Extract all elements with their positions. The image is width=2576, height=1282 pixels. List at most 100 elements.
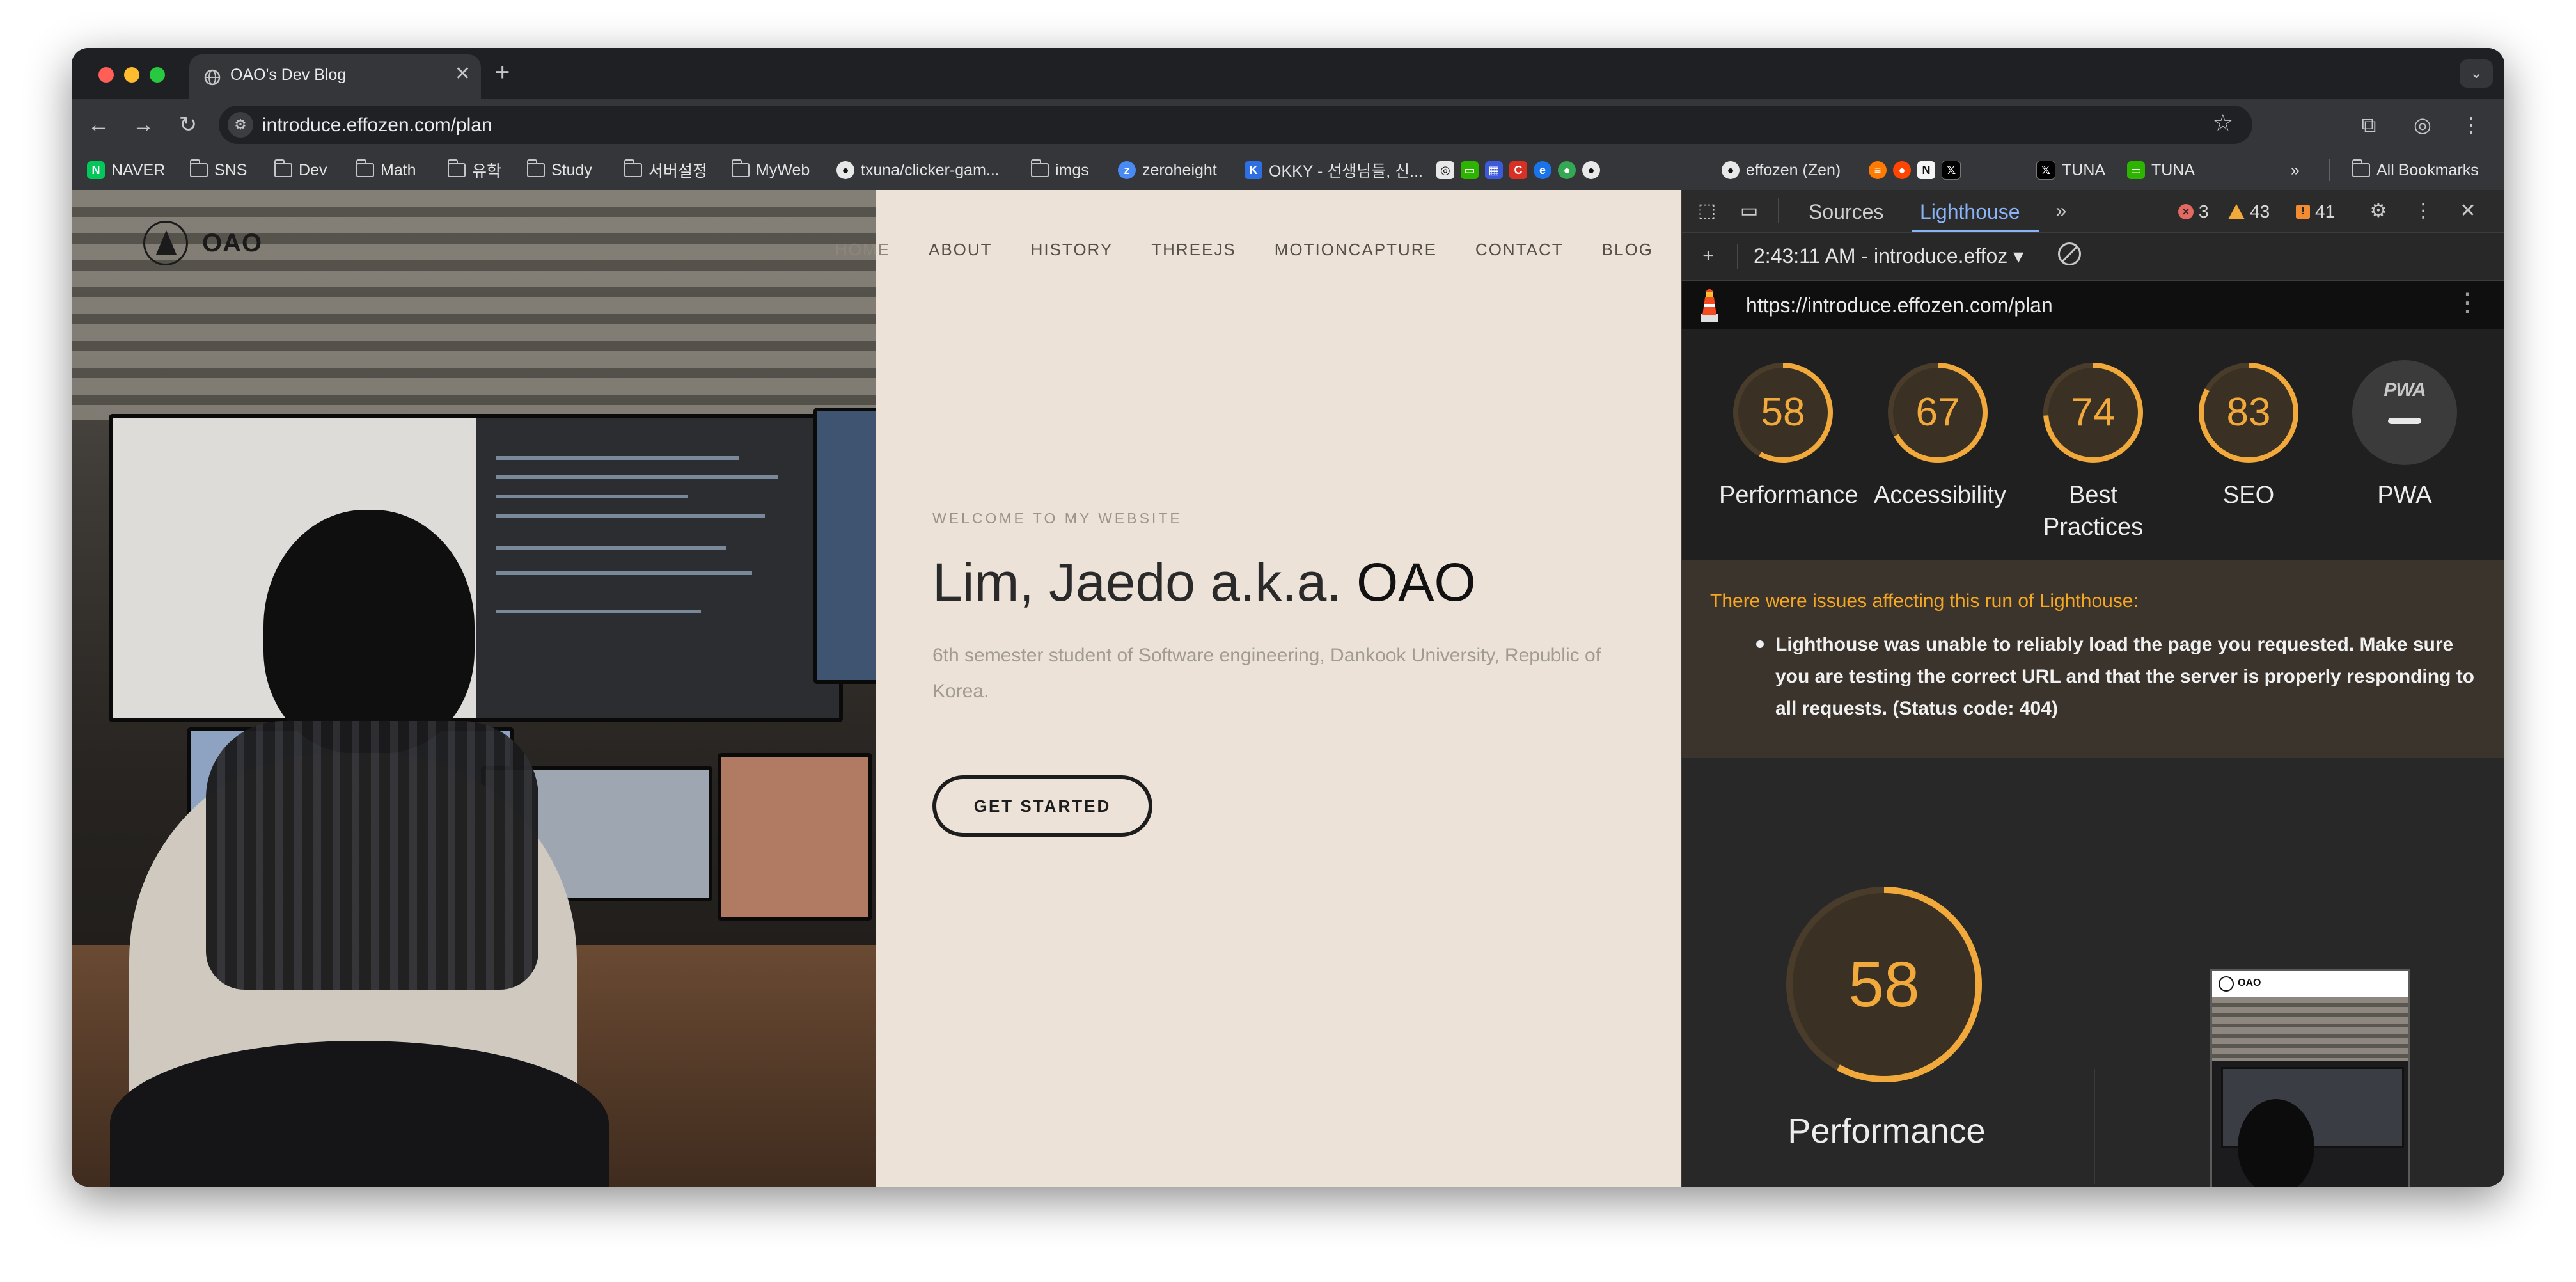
new-tab-button[interactable]: + (495, 59, 510, 85)
menu-icon[interactable]: ⋮ (2457, 111, 2485, 139)
bookmark-folder-dev[interactable]: Dev (274, 158, 327, 182)
site-info-icon[interactable]: ⚙ (228, 112, 253, 138)
tab-lighthouse[interactable]: Lighthouse (1920, 200, 2020, 224)
section-divider (2094, 1069, 2095, 1184)
url-text[interactable]: introduce.effozen.com/plan (262, 115, 492, 136)
warning-heading: There were issues affecting this run of … (1710, 590, 2139, 612)
close-tab-icon[interactable]: ✕ (455, 65, 471, 84)
bookmark-folder-study[interactable]: Study (526, 158, 592, 182)
monitor-lower-right (718, 753, 872, 921)
close-window-button[interactable] (98, 67, 114, 83)
green-app-icon[interactable]: ● (1558, 161, 1576, 179)
nav-threejs[interactable]: THREEJS (1151, 240, 1236, 260)
bookmark-folder-math[interactable]: Math (356, 158, 416, 182)
bookmark-folder-imgs[interactable]: imgs (1030, 158, 1089, 182)
bookmark-tuna-x[interactable]: 𝕏 TUNA (2036, 158, 2105, 182)
devtools-menu-icon[interactable]: ⋮ (2411, 199, 2435, 223)
bookmark-tuna[interactable]: ▭ TUNA (2127, 158, 2195, 182)
gauge-accessibility[interactable]: 67 Accessibility (1874, 360, 2006, 511)
bookmark-clicker-game[interactable]: ● txuna/clicker-gam... (836, 158, 1000, 182)
bookmark-okky[interactable]: K OKKY - 선생님들, 신... (1245, 158, 1423, 182)
bookmarks-divider (2329, 159, 2330, 181)
lighthouse-url[interactable]: https://introduce.effozen.com/plan (1746, 294, 2053, 317)
device-toolbar-icon[interactable]: ▭ (1737, 199, 1761, 223)
warning-count-badge[interactable]: 43 (2228, 202, 2270, 222)
report-selector[interactable]: 2:43:11 AM - introduce.effoz ▾ (1754, 244, 2023, 268)
browser-window: OAO's Dev Blog ✕ + ⌄ ← → ↻ ⚙ introduce.e… (72, 48, 2504, 1187)
gauge-value: 58 (1761, 390, 1805, 434)
thumbnail-photo (2212, 1061, 2408, 1187)
folder-icon (356, 159, 374, 177)
bookmark-folder-study-abroad[interactable]: 유학 (447, 158, 501, 182)
bookmark-zeroheight[interactable]: z zeroheight (1118, 158, 1217, 182)
settings-gear-icon[interactable]: ⚙ (2366, 199, 2391, 223)
nav-contact[interactable]: CONTACT (1475, 240, 1564, 260)
all-bookmarks-button[interactable]: All Bookmarks (2352, 158, 2479, 182)
nav-motioncapture[interactable]: MOTIONCAPTURE (1275, 240, 1437, 260)
inspect-element-icon[interactable]: ⬚ (1695, 199, 1719, 223)
profile-icon[interactable]: ◎ (2408, 111, 2437, 139)
close-devtools-icon[interactable]: ✕ (2456, 199, 2480, 223)
address-bar[interactable]: ⚙ introduce.effozen.com/plan ☆ (219, 106, 2252, 144)
github-icon: ● (1722, 161, 1740, 179)
new-report-icon[interactable]: + (1696, 244, 1720, 268)
grid-app-icon[interactable]: ▦ (1485, 161, 1503, 179)
bookmark-naver[interactable]: N NAVER (87, 158, 165, 182)
site-logo[interactable]: OAO (143, 221, 262, 265)
welcome-text: WELCOME TO MY WEBSITE (932, 510, 1182, 526)
tab-title: OAO's Dev Blog (230, 66, 347, 84)
nav-about[interactable]: ABOUT (929, 240, 993, 260)
error-count-badge[interactable]: × 3 (2178, 202, 2209, 222)
bookmark-label: Math (381, 161, 416, 179)
logo-text: OAO (202, 228, 263, 257)
bookmark-folder-myweb[interactable]: MyWeb (731, 158, 810, 182)
report-label: 2:43:11 AM - introduce.effoz (1754, 244, 2008, 267)
gauge-pwa[interactable]: PWA PWA (2341, 360, 2469, 511)
back-icon[interactable]: ← (83, 109, 114, 140)
more-tabs-icon[interactable]: » (2049, 199, 2073, 223)
github-icon[interactable]: ● (1582, 161, 1600, 179)
c-app-icon[interactable]: C (1509, 161, 1527, 179)
forward-icon[interactable]: → (128, 109, 159, 140)
gauge-performance[interactable]: 58 Performance (1719, 360, 1858, 511)
tab-active[interactable]: OAO's Dev Blog ✕ (189, 54, 481, 99)
get-started-button[interactable]: GET STARTED (932, 775, 1152, 837)
minimize-window-button[interactable] (124, 67, 139, 83)
folder-icon (1030, 159, 1049, 177)
nav-home[interactable]: HOME (835, 240, 890, 260)
bookmark-label: TUNA (2062, 161, 2106, 179)
more-bookmarks-button[interactable]: » (2291, 158, 2300, 182)
browser-toolbar: ← → ↻ ⚙ introduce.effozen.com/plan ☆ ⧉ ◎… (72, 99, 2504, 150)
tab-sources[interactable]: Sources (1809, 200, 1883, 224)
issues-icon: ! (2296, 205, 2310, 219)
monitor-side (813, 408, 876, 684)
bookmark-star-icon[interactable]: ☆ (2213, 109, 2233, 136)
tab-search-button[interactable]: ⌄ (2460, 59, 2493, 88)
bookmark-folder-server-settings[interactable]: 서버설정 (624, 158, 707, 182)
extensions-icon[interactable]: ⧉ (2355, 111, 2383, 139)
bookmark-label: txuna/clicker-gam... (861, 161, 1000, 179)
bookmark-folder-sns[interactable]: SNS (189, 158, 247, 182)
page-screenshot-thumbnail[interactable]: OAO (2210, 969, 2410, 1187)
chat-icon[interactable]: ▭ (1461, 161, 1479, 179)
gauge-best-practices[interactable]: 74 Best Practices (2029, 360, 2157, 543)
x-icon[interactable]: 𝕏 (1942, 161, 1961, 180)
issues-count-badge[interactable]: ! 41 (2296, 202, 2335, 222)
bullet-icon (1756, 640, 1764, 648)
reddit-icon[interactable]: ● (1893, 161, 1911, 179)
nav-blog[interactable]: BLOG (1602, 240, 1653, 260)
gauge-seo[interactable]: 83 SEO (2185, 360, 2313, 511)
stackoverflow-icon[interactable]: ≡ (1869, 161, 1887, 179)
all-bookmarks-label: All Bookmarks (2376, 161, 2479, 179)
nav-history[interactable]: HISTORY (1031, 240, 1113, 260)
reload-icon[interactable]: ↻ (173, 109, 203, 140)
bookmark-effozen-github[interactable]: ● effozen (Zen) (1722, 158, 1841, 182)
openai-icon[interactable]: ◎ (1436, 161, 1454, 179)
edge-icon[interactable]: e (1534, 161, 1551, 179)
notion-icon[interactable]: N (1917, 161, 1935, 179)
lighthouse-toolbar: + 2:43:11 AM - introduce.effoz ▾ (1682, 233, 2504, 281)
warning-item: Lighthouse was unable to reliably load t… (1775, 634, 2475, 719)
zoom-window-button[interactable] (150, 67, 165, 83)
report-menu-icon[interactable]: ⋮ (2454, 290, 2480, 315)
clear-reports-icon[interactable] (2058, 242, 2081, 265)
